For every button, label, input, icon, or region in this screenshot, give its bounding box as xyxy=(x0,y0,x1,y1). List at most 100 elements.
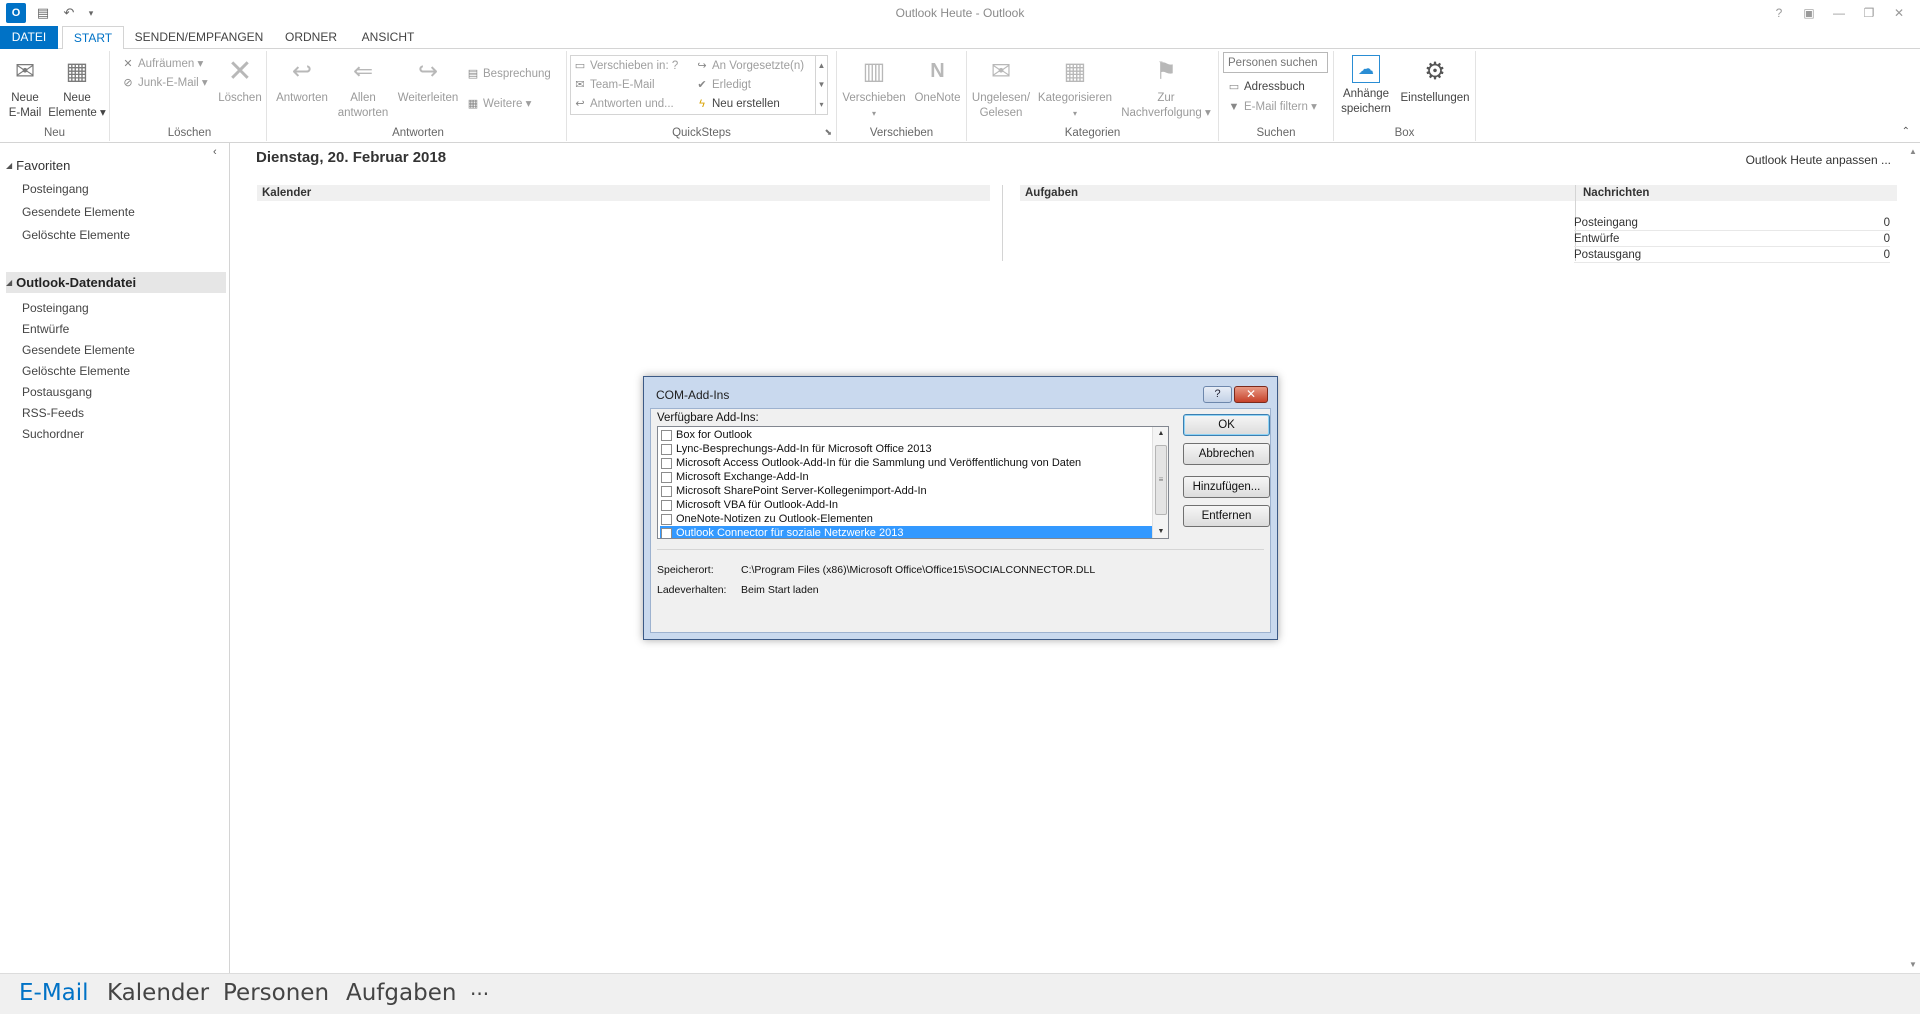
tab-datei[interactable]: DATEI xyxy=(0,26,58,49)
addin-checkbox[interactable] xyxy=(661,499,672,511)
new-email-label-2: E-Mail xyxy=(8,107,42,119)
nav-aufgaben[interactable]: Aufgaben xyxy=(346,980,456,1006)
nav-favorites-header[interactable]: ◢ Favoriten xyxy=(6,155,70,176)
msg-row-entwuerfe[interactable]: Entwürfe 0 xyxy=(1574,231,1890,247)
scroll-down-icon[interactable]: ▼ xyxy=(1153,528,1168,535)
tab-ordner[interactable]: ORDNER xyxy=(278,26,344,49)
cancel-button[interactable]: Abbrechen xyxy=(1183,443,1270,465)
qs-done[interactable]: ✔ Erledigt xyxy=(695,76,751,94)
new-email-button[interactable]: ✉ Neue E-Mail xyxy=(4,55,46,121)
scroll-up-icon[interactable]: ▲ xyxy=(818,61,826,70)
group-label-verschieben: Verschieben xyxy=(869,127,934,139)
qs-create-new[interactable]: ϟ Neu erstellen xyxy=(695,95,780,113)
scroll-up-icon[interactable]: ▲ xyxy=(1153,430,1168,437)
restore-button[interactable]: ❐ xyxy=(1854,2,1884,24)
msg-row-postausgang[interactable]: Postausgang 0 xyxy=(1574,247,1890,263)
addin-item[interactable]: OneNote-Notizen zu Outlook-Elementen xyxy=(660,512,1153,526)
nav-fav-geloeschte[interactable]: Gelöschte Elemente xyxy=(22,226,130,244)
dialog-help-button[interactable]: ? xyxy=(1203,386,1232,403)
load-behavior-label: Ladeverhalten: xyxy=(657,584,727,596)
qs-to-manager[interactable]: ↪ An Vorgesetzte(n) xyxy=(695,57,804,75)
address-book-label: Adressbuch xyxy=(1244,81,1305,93)
customize-today-link[interactable]: Outlook Heute anpassen ... xyxy=(1746,153,1891,167)
scroll-up-icon[interactable]: ▲ xyxy=(1906,147,1920,156)
nav-suchordner[interactable]: Suchordner xyxy=(22,425,84,443)
nav-posteingang[interactable]: Posteingang xyxy=(22,299,89,317)
reply-all-button[interactable]: ⇐ Allen antworten xyxy=(334,55,392,121)
tab-ansicht[interactable]: ANSICHT xyxy=(352,26,424,49)
nav-personen[interactable]: Personen xyxy=(223,980,329,1006)
forward-button[interactable]: ↪ Weiterleiten xyxy=(394,55,462,106)
main-scrollbar[interactable]: ▲ ▼ xyxy=(1906,143,1920,973)
addin-item[interactable]: Microsoft Exchange-Add-In xyxy=(660,470,1153,484)
quicksteps-scroll[interactable]: ▲ ▼ ▾ xyxy=(815,56,827,114)
delete-button[interactable]: ✕ Löschen xyxy=(215,55,265,106)
cleanup-label: Aufräumen ▾ xyxy=(138,58,204,70)
search-people-input[interactable] xyxy=(1223,52,1328,73)
nav-kalender[interactable]: Kalender xyxy=(107,980,209,1006)
qs-team-email[interactable]: ✉ Team-E-Mail xyxy=(573,76,654,94)
nav-rss-feeds[interactable]: RSS-Feeds xyxy=(22,404,84,422)
close-window-button[interactable]: ✕ xyxy=(1884,2,1914,24)
scroll-down-icon[interactable]: ▼ xyxy=(818,80,826,89)
nav-fav-posteingang[interactable]: Posteingang xyxy=(22,180,89,198)
addins-scrollbar[interactable]: ▲ ≡ ▼ xyxy=(1152,427,1168,538)
addin-checkbox[interactable] xyxy=(661,457,672,469)
cleanup-button[interactable]: ✕ Aufräumen ▾ xyxy=(121,55,203,73)
nav-more[interactable]: ··· xyxy=(470,982,489,1006)
new-items-button[interactable]: ▦ Neue Elemente ▾ xyxy=(48,55,106,121)
meeting-button[interactable]: ▤ Besprechung xyxy=(466,65,551,83)
nav-entwuerfe[interactable]: Entwürfe xyxy=(22,320,69,338)
addin-checkbox[interactable] xyxy=(661,443,672,455)
ribbon-display-button[interactable]: ▣ xyxy=(1794,2,1824,24)
quicksteps-dialog-launcher-icon[interactable]: ⬊ xyxy=(824,127,832,138)
addin-item[interactable]: Lync-Besprechungs-Add-In für Microsoft O… xyxy=(660,442,1153,456)
add-button[interactable]: Hinzufügen... xyxy=(1183,476,1270,498)
addin-item[interactable]: Microsoft SharePoint Server-Kollegenimpo… xyxy=(660,484,1153,498)
reply-button[interactable]: ↩ Antworten xyxy=(272,55,332,106)
nav-fav-gesendete[interactable]: Gesendete Elemente xyxy=(22,203,135,221)
qs-reply-delete[interactable]: ↩ Antworten und... xyxy=(573,95,673,113)
dialog-close-button[interactable]: ✕ xyxy=(1234,386,1268,403)
addin-checkbox[interactable] xyxy=(661,471,672,483)
collapse-ribbon-icon[interactable]: ⌃ xyxy=(1902,126,1910,137)
nav-geloeschte[interactable]: Gelöschte Elemente xyxy=(22,362,130,380)
scroll-thumb[interactable]: ≡ xyxy=(1155,445,1167,515)
onenote-button[interactable]: N OneNote xyxy=(910,55,965,106)
msg-row-posteingang[interactable]: Posteingang 0 xyxy=(1574,215,1890,231)
expand-gallery-icon[interactable]: ▾ xyxy=(819,100,823,109)
addin-item[interactable]: Box for Outlook xyxy=(660,428,1153,442)
ok-button[interactable]: OK xyxy=(1183,414,1270,436)
followup-button[interactable]: ⚑ Zur Nachverfolgung ▾ xyxy=(1117,55,1215,121)
qs-move-to[interactable]: ▭ Verschieben in: ? xyxy=(573,57,678,75)
scroll-down-icon[interactable]: ▼ xyxy=(1906,960,1920,969)
unread-read-button[interactable]: ✉ Ungelesen/ Gelesen xyxy=(969,55,1033,121)
move-button[interactable]: ▥ Verschieben ▾ xyxy=(839,55,909,121)
addin-checkbox[interactable] xyxy=(661,513,672,525)
addin-item[interactable]: Microsoft VBA für Outlook-Add-In xyxy=(660,498,1153,512)
settings-button[interactable]: ⚙ Einstellungen xyxy=(1396,55,1474,106)
save-attachments-button[interactable]: ☁ Anhänge speichern xyxy=(1338,55,1394,117)
junk-email-button[interactable]: ⊘ Junk-E-Mail ▾ xyxy=(121,74,207,92)
collapse-nav-icon[interactable]: ‹ xyxy=(213,146,217,158)
addin-name: Outlook Connector für soziale Netzwerke … xyxy=(676,527,904,539)
remove-button[interactable]: Entfernen xyxy=(1183,505,1270,527)
addin-checkbox[interactable] xyxy=(661,429,672,441)
nav-datafile-header[interactable]: ◢ Outlook-Datendatei xyxy=(6,272,226,293)
more-respond-button[interactable]: ▦ Weitere ▾ xyxy=(466,95,532,113)
address-book-button[interactable]: ▭ Adressbuch xyxy=(1227,78,1305,96)
addins-list[interactable]: Box for Outlook Lync-Besprechungs-Add-In… xyxy=(657,426,1169,539)
help-button[interactable]: ? xyxy=(1764,2,1794,24)
categorize-button[interactable]: ▦ Kategorisieren ▾ xyxy=(1035,55,1115,121)
tab-senden-empfangen[interactable]: SENDEN/EMPFANGEN xyxy=(132,26,266,49)
addin-checkbox[interactable] xyxy=(661,527,672,538)
tab-start[interactable]: START xyxy=(62,26,124,50)
addin-item-selected[interactable]: Outlook Connector für soziale Netzwerke … xyxy=(660,526,1153,539)
filter-email-button[interactable]: ▼ E-Mail filtern ▾ xyxy=(1227,98,1317,116)
nav-gesendete[interactable]: Gesendete Elemente xyxy=(22,341,135,359)
addin-item[interactable]: Microsoft Access Outlook-Add-In für die … xyxy=(660,456,1153,470)
nav-email[interactable]: E-Mail xyxy=(19,980,89,1006)
minimize-button[interactable]: — xyxy=(1824,2,1854,24)
addin-checkbox[interactable] xyxy=(661,485,672,497)
nav-postausgang[interactable]: Postausgang xyxy=(22,383,92,401)
